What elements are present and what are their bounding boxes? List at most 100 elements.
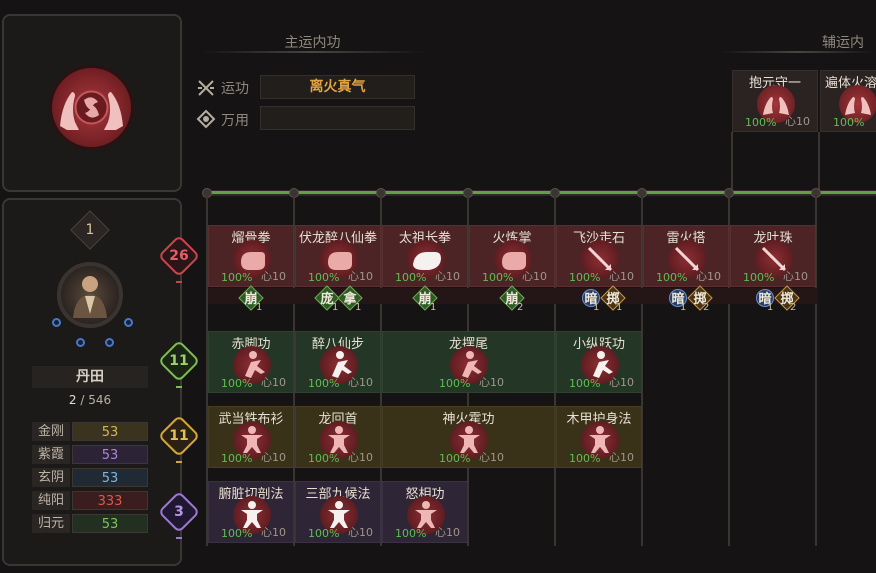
tag-count: 2: [703, 302, 710, 313]
aux-skill-cell[interactable]: 抱元守一 100% 心10: [732, 70, 818, 132]
mastery-percent: 100%: [439, 377, 471, 390]
heart-cost: 心10: [696, 270, 721, 283]
heart-cost: 心10: [785, 115, 810, 128]
aux-connector: [731, 132, 733, 192]
mastery-percent: 100%: [656, 271, 688, 284]
skill-cell[interactable]: 龙吐珠 100% 心10: [730, 225, 816, 287]
dantian-label: 丹田: [32, 366, 148, 388]
heart-cost: 心10: [261, 451, 286, 464]
heart-cost: 心10: [261, 376, 286, 389]
skill-cell[interactable]: 小纵跃功 100% 心10: [556, 331, 642, 393]
level-value: 1: [85, 222, 95, 238]
skill-cell[interactable]: 伏龙醉八仙拳 100% 心10: [295, 225, 381, 287]
skill-cell[interactable]: 飞沙走石 100% 心10: [556, 225, 642, 287]
main-slot-label: 运功: [221, 81, 249, 97]
stat-row: 归元 53: [32, 514, 148, 533]
progress-track-fill: [203, 191, 876, 194]
tag-count: 2: [790, 302, 797, 313]
universal-slot-label: 万用: [221, 113, 249, 129]
stat-value: 53: [72, 445, 148, 464]
heart-cost: 心10: [609, 376, 634, 389]
skill-cell[interactable]: 龙摆尾 100% 心10: [382, 331, 555, 393]
meridian-orb-bottom-right: [105, 338, 114, 347]
dantian-value: 2 / 546: [32, 391, 148, 409]
heart-cost: 心10: [348, 376, 373, 389]
skill-cell[interactable]: 三部九候法 100% 心10: [295, 481, 381, 543]
tier-dash: [176, 537, 182, 539]
tier-value: 3: [174, 504, 184, 520]
mastery-percent: 100%: [308, 527, 340, 540]
tier-dash: [176, 386, 182, 388]
skill-cell[interactable]: 火炼掌 100% 心10: [469, 225, 555, 287]
meridian-orb-right: [124, 318, 133, 327]
aux-connector: [818, 132, 820, 192]
mastery-percent: 100%: [221, 452, 253, 465]
tag-count: 1: [332, 302, 339, 313]
skill-cell[interactable]: 太祖长拳 100% 心10: [382, 225, 468, 287]
mastery-percent: 100%: [395, 527, 427, 540]
heart-cost: 心10: [522, 270, 547, 283]
skill-cell[interactable]: 醉八仙步 100% 心10: [295, 331, 381, 393]
skill-cell[interactable]: 木甲护身法 100% 心10: [556, 406, 642, 468]
stat-name: 金刚: [32, 422, 70, 441]
meridian-orb-bottom-left: [76, 338, 85, 347]
heart-cost: 心10: [435, 526, 460, 539]
heart-cost: 心10: [348, 526, 373, 539]
stat-name: 归元: [32, 514, 70, 533]
skill-cell[interactable]: 雷火搭 100% 心10: [643, 225, 729, 287]
mastery-percent: 100%: [482, 271, 514, 284]
skill-cell[interactable]: 赤脚功 100% 心10: [208, 331, 294, 393]
skill-cell[interactable]: 怒相功 100% 心10: [382, 481, 468, 543]
stat-value: 53: [72, 514, 148, 533]
tier-value: 11: [169, 428, 189, 444]
skill-cell[interactable]: 龙回首 100% 心10: [295, 406, 381, 468]
skill-cell[interactable]: 武当铁布衫 100% 心10: [208, 406, 294, 468]
praying-hands-icon[interactable]: [49, 65, 134, 150]
tag-count: 1: [256, 302, 263, 313]
diamond-rune-icon: [196, 109, 216, 129]
mastery-percent: 100%: [221, 271, 253, 284]
heart-cost: 心10: [783, 270, 808, 283]
tier-dash: [176, 281, 182, 283]
mastery-percent: 100%: [221, 527, 253, 540]
stat-value: 53: [72, 422, 148, 441]
stat-row: 紫霞 53: [32, 445, 148, 464]
mastery-percent: 100%: [743, 271, 775, 284]
tag-count: 2: [517, 302, 524, 313]
meridian-orb-left: [52, 318, 61, 327]
monk-portrait-icon[interactable]: [57, 262, 123, 328]
tier-value: 11: [169, 353, 189, 369]
heart-cost: 心10: [435, 270, 460, 283]
tag-count: 1: [430, 302, 437, 313]
dantian-current: 2: [68, 393, 77, 407]
tag-count: 1: [593, 302, 600, 313]
skill-cell[interactable]: 神火霍功 100% 心10: [382, 406, 555, 468]
universal-slot-value[interactable]: [260, 106, 415, 130]
tag-count: 1: [355, 302, 362, 313]
heart-cost: 心10: [348, 451, 373, 464]
aux-skill-cell[interactable]: 遍体火溶 100%: [820, 70, 876, 132]
heart-cost: 心10: [609, 451, 634, 464]
heart-cost: 心10: [479, 451, 504, 464]
dantian-total: / 546: [80, 393, 112, 407]
aux-section-title: 辅运内: [822, 35, 864, 51]
heart-cost: 心10: [479, 376, 504, 389]
skill-cell[interactable]: 熘骨拳 100% 心10: [208, 225, 294, 287]
stat-name: 玄阴: [32, 468, 70, 487]
stat-row: 玄阴 53: [32, 468, 148, 487]
tier-value: 26: [169, 248, 189, 264]
tag-count: 1: [616, 302, 623, 313]
stat-row: 纯阳 333: [32, 491, 148, 510]
crossed-swords-icon: [196, 78, 216, 98]
mastery-percent: 100%: [221, 377, 253, 390]
skill-cell[interactable]: 腑脏切剖法 100% 心10: [208, 481, 294, 543]
tier-dash: [176, 461, 182, 463]
mastery-percent: 100%: [569, 377, 601, 390]
heart-cost: 心10: [609, 270, 634, 283]
mastery-percent: 100%: [308, 452, 340, 465]
main-slot-value[interactable]: 离火真气: [260, 75, 415, 99]
stat-name: 纯阳: [32, 491, 70, 510]
stat-name: 紫霞: [32, 445, 70, 464]
mastery-percent: 100%: [569, 271, 601, 284]
heart-cost: 心10: [261, 526, 286, 539]
